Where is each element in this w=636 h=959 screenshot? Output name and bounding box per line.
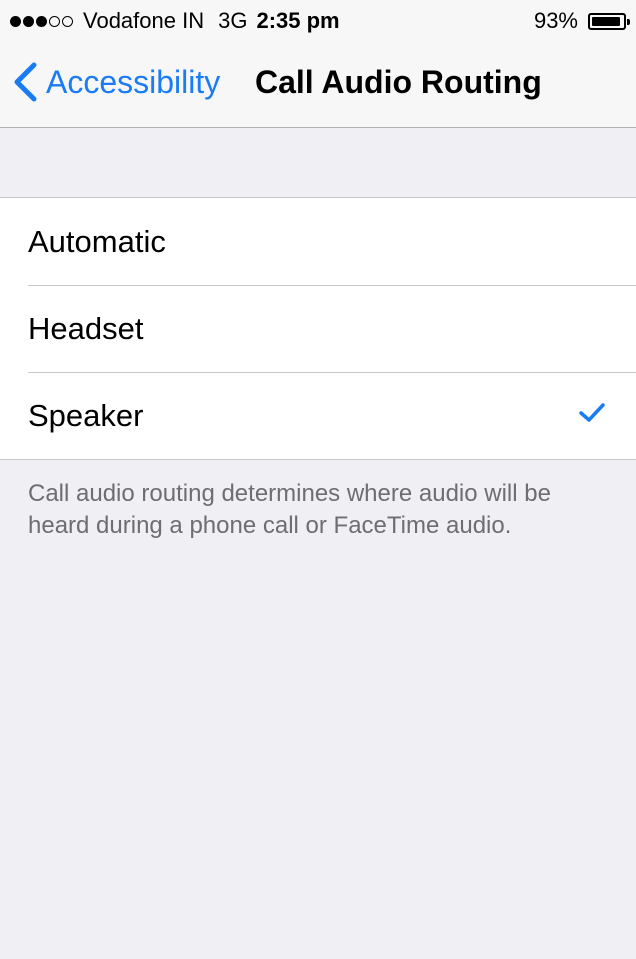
network-type: 3G <box>218 8 248 33</box>
status-bar-left: Vodafone IN 3G 2:35 pm <box>10 8 340 34</box>
option-label: Speaker <box>28 397 144 433</box>
status-bar: Vodafone IN 3G 2:35 pm 93% <box>0 0 636 40</box>
footer-description: Call audio routing determines where audi… <box>28 480 551 539</box>
back-button[interactable]: Accessibility <box>12 62 220 102</box>
battery-tip <box>627 18 630 25</box>
carrier-name: Vodafone IN <box>83 8 205 33</box>
audio-routing-options: Automatic Headset Speaker <box>0 197 636 460</box>
status-bar-right: 93% <box>533 8 630 34</box>
chevron-left-icon <box>14 62 37 102</box>
battery-icon <box>588 12 630 30</box>
battery-level-fill <box>592 16 620 26</box>
status-time: 2:35 pm <box>256 8 340 33</box>
option-label: Automatic <box>28 223 166 259</box>
option-headset[interactable]: Headset <box>0 285 636 372</box>
battery-percent: 93% <box>533 8 578 33</box>
navigation-bar: Accessibility Call Audio Routing <box>0 40 636 128</box>
checkmark-icon <box>579 403 605 422</box>
option-speaker[interactable]: Speaker <box>0 372 636 459</box>
option-automatic[interactable]: Automatic <box>0 198 636 285</box>
back-button-label: Accessibility <box>46 63 221 100</box>
page-title: Call Audio Routing <box>255 64 542 100</box>
signal-strength-icon <box>10 15 75 27</box>
option-label: Headset <box>28 310 144 346</box>
